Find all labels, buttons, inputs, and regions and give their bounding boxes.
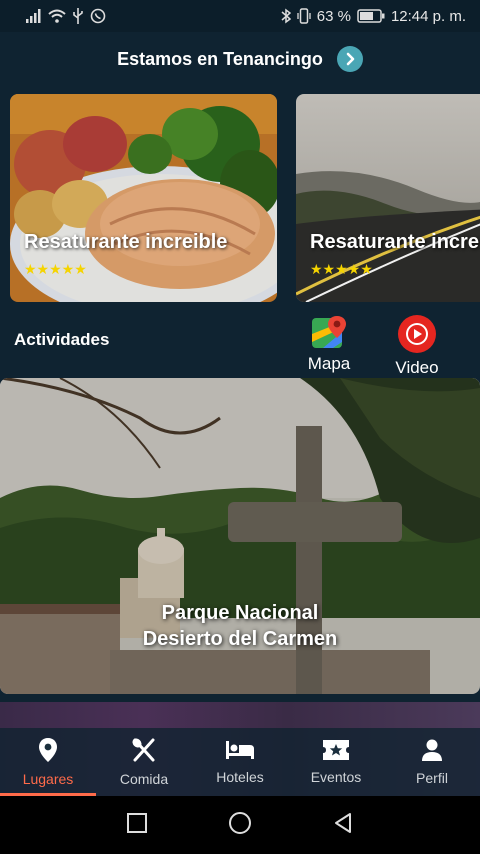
nav-item-lugares[interactable]: Lugares	[0, 728, 96, 796]
page-title: Estamos en Tenancingo	[117, 48, 323, 69]
nav-item-hoteles[interactable]: Hoteles	[192, 728, 288, 796]
nav-label: Eventos	[310, 769, 362, 785]
card-title: Resaturante increible	[24, 231, 228, 253]
signal-icon	[26, 8, 42, 24]
video-label: Video	[395, 358, 439, 377]
vibrate-icon	[297, 8, 311, 24]
restaurant-card[interactable]: Resaturante increible ★★★★★	[10, 94, 277, 302]
rating-stars: ★★★★★	[310, 261, 373, 277]
location-pin-icon	[39, 738, 57, 762]
video-button[interactable]: Video	[382, 314, 452, 378]
utensils-icon	[132, 738, 155, 762]
restaurant-card[interactable]: Resaturante incre ★★★★★	[296, 94, 480, 302]
map-button[interactable]: Mapa	[294, 314, 364, 374]
recents-button[interactable]	[126, 812, 148, 839]
card-title: Resaturante incre	[310, 231, 479, 253]
person-icon	[422, 739, 442, 761]
bottom-navigation: Lugares Comida Hoteles Eventos Perfil	[0, 728, 480, 796]
ticket-icon	[323, 740, 349, 760]
activities-row: Actividades Mapa Video	[0, 312, 480, 378]
map-label: Mapa	[307, 354, 351, 373]
nav-label: Perfil	[416, 770, 448, 786]
featured-title-line1: Parque Nacional	[161, 602, 319, 624]
google-maps-icon	[312, 316, 346, 348]
system-navigation-bar	[0, 796, 480, 854]
nav-item-perfil[interactable]: Perfil	[384, 728, 480, 796]
home-circle-icon	[229, 811, 251, 834]
nav-item-eventos[interactable]: Eventos	[288, 728, 384, 796]
nav-label: Hoteles	[216, 769, 264, 785]
featured-place-title: Parque Nacional Desierto del Carmen	[0, 600, 480, 652]
featured-place-card[interactable]: Parque Nacional Desierto del Carmen	[0, 378, 480, 694]
nav-label: Comida	[119, 771, 169, 787]
whatsapp-icon	[90, 8, 106, 24]
location-header: Estamos en Tenancingo	[0, 40, 480, 78]
chevron-right-icon	[346, 52, 355, 66]
wifi-icon	[48, 8, 66, 24]
battery-percent: 63 %	[316, 7, 351, 25]
section-title: Actividades	[14, 330, 110, 349]
back-button[interactable]	[332, 812, 354, 839]
clock: 12:44 p. m.	[390, 7, 466, 25]
back-triangle-icon	[335, 812, 351, 833]
home-button[interactable]	[228, 811, 252, 840]
bed-icon	[226, 741, 254, 759]
rating-stars: ★★★★★	[24, 261, 87, 277]
chevron-right-button[interactable]	[336, 46, 363, 72]
bluetooth-icon	[281, 8, 291, 24]
nav-item-comida[interactable]: Comida	[96, 728, 192, 796]
youtube-icon	[398, 315, 436, 353]
recents-icon	[127, 812, 147, 833]
featured-title-line2: Desierto del Carmen	[142, 628, 338, 650]
battery-icon	[357, 8, 385, 24]
status-bar: 63 % 12:44 p. m.	[0, 0, 480, 32]
usb-icon	[72, 8, 84, 24]
nav-label: Lugares	[22, 771, 74, 787]
